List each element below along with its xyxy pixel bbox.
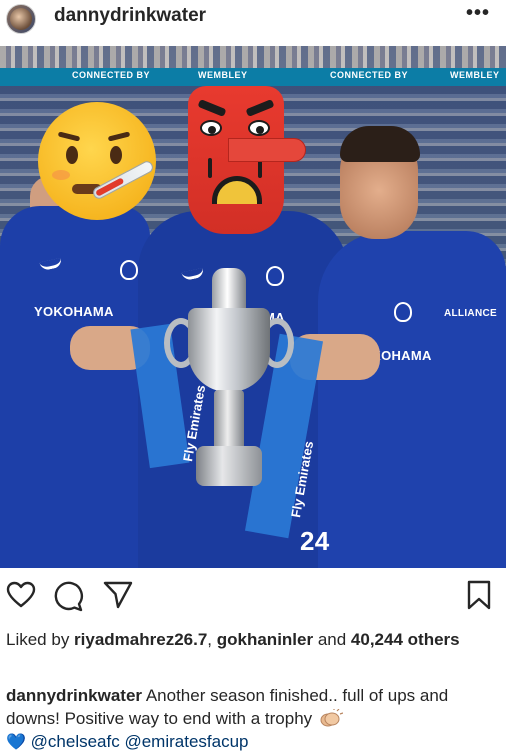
emoji-cheek-line [208,158,212,178]
face-with-thermometer-emoji [38,102,156,220]
likes-count[interactable]: 40,244 [351,630,403,649]
post-photo[interactable]: CONNECTED BY WEMBLEY CONNECTED BY WEMBLE… [0,46,506,568]
likes-and: and [313,630,351,649]
post-caption: dannydrinkwater Another season finished.… [6,684,500,754]
emoji-pupil [256,126,264,134]
emoji-brow [107,131,131,142]
chelsea-crest-icon [266,266,284,286]
post-username[interactable]: dannydrinkwater [54,5,206,27]
trophy-lid [212,268,246,312]
emoji-eye [66,146,78,164]
emoji-pupil [208,126,216,134]
player-right-hair [340,126,420,162]
ad-text: WEMBLEY [198,70,248,80]
emoji-brow [57,131,81,142]
sleeve-sponsor-text: ALLIANCE [444,308,497,319]
shirt-number: 24 [300,526,330,556]
share-icon[interactable] [102,580,134,610]
liked-by-user-link[interactable]: riyadmahrez26.7 [74,630,207,649]
mention-link[interactable]: @emiratesfacup [124,732,248,751]
liked-by-user-link[interactable]: gokhaninler [217,630,313,649]
emoji-eye [248,120,270,136]
blue-heart-icon: 💙 [6,734,26,751]
caption-username[interactable]: dannydrinkwater [6,686,142,705]
bookmark-icon[interactable] [466,580,492,610]
emoji-brow [197,99,227,117]
more-options-icon[interactable]: ••• [466,2,490,25]
chelsea-crest-icon [120,260,138,280]
player-right [318,231,506,568]
likes-summary: Liked by riyadmahrez26.7, gokhaninler an… [6,628,500,652]
tengu-nose [228,138,306,162]
heart-icon[interactable] [6,580,36,610]
likes-prefix: Liked by [6,630,75,649]
emoji-eye [110,146,122,164]
avatar[interactable] [6,4,36,34]
ad-text: CONNECTED BY [72,70,151,80]
clapping-hands-icon [320,709,343,727]
mention-link[interactable]: @chelseafc [31,732,120,751]
comment-icon[interactable] [52,580,84,612]
post-header: dannydrinkwater ••• [0,0,506,46]
chelsea-crest-icon [394,302,412,322]
likes-others[interactable]: others [403,630,460,649]
emoji-cheek [52,170,70,180]
sponsor-text: YOKOHAMA [34,304,114,319]
trophy-stem [214,390,244,450]
likes-separator: , [207,630,217,649]
ad-text: CONNECTED BY [330,70,409,80]
fa-cup-trophy [188,308,270,392]
emoji-brow [245,99,275,117]
trophy-base [196,446,262,486]
emoji-mouth [212,176,262,204]
avatar-image [10,8,32,30]
emoji-eye [200,120,222,136]
action-bar [0,572,506,622]
ad-text: WEMBLEY [450,70,500,80]
tengu-mask-emoji [188,86,306,234]
thermometer-icon [91,159,155,201]
